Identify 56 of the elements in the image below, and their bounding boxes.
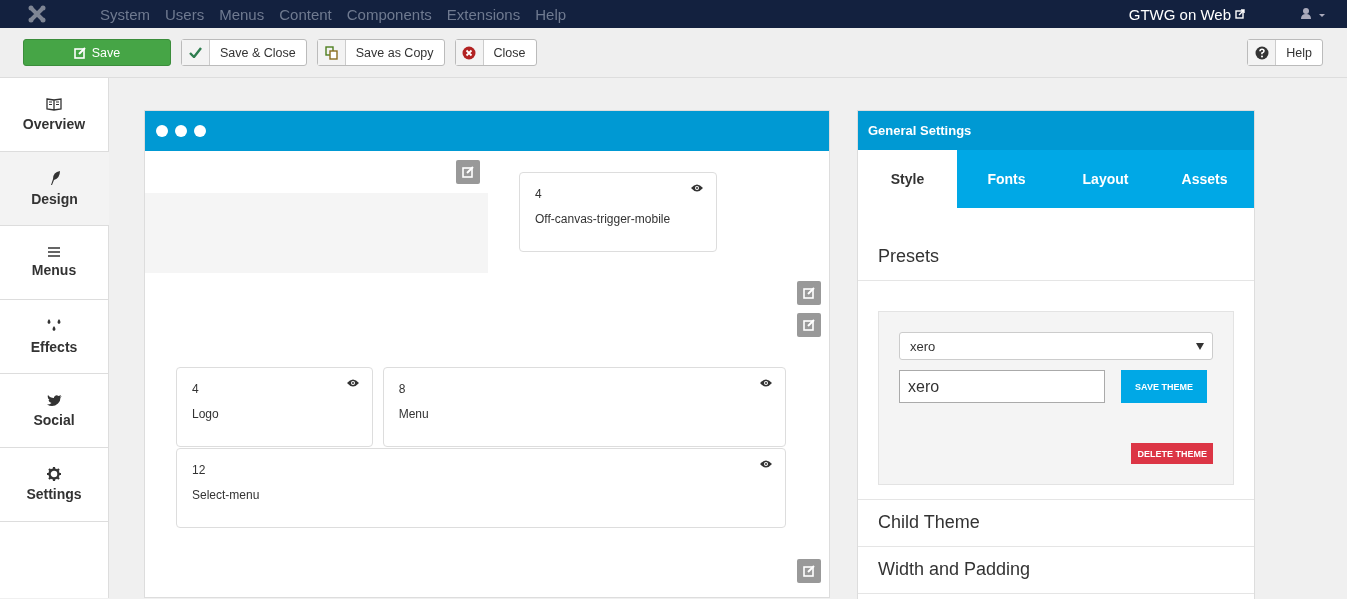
book-icon [46,97,62,111]
edit-button[interactable] [456,160,480,184]
close-icon [462,45,477,60]
edit-button[interactable] [797,313,821,337]
delete-theme-button[interactable]: DELETE THEME [1131,443,1213,464]
toolbar-button[interactable]: Save & Close [181,39,307,66]
drops-icon [46,318,62,334]
eye-icon[interactable] [760,379,772,387]
edit-icon [803,287,815,299]
logo-icon[interactable] [28,5,46,23]
nav-menu-item[interactable]: Users [158,5,213,23]
preset-select[interactable]: xero [899,332,1213,360]
edit-icon [73,46,86,59]
module-size: 8 [398,382,406,396]
toolbar-button[interactable]: Close [454,39,537,66]
feather-icon [48,170,61,186]
module-size: 4 [535,187,542,201]
menu-icon [48,247,60,257]
eye-icon[interactable] [760,460,772,468]
bird-icon [46,393,62,407]
nav-menu-item[interactable]: Content [272,5,340,23]
help-icon [1254,45,1269,60]
module-name: Select-menu [192,488,260,502]
caret-icon [1196,342,1204,350]
nav-menu-item[interactable]: Components [339,5,440,23]
eye-icon[interactable] [346,379,359,387]
site-link[interactable]: GTWG on Web [1128,5,1231,23]
edit-icon [803,565,815,577]
sidebar-item[interactable]: Design [0,152,109,226]
theme-name-field[interactable]: xero [899,370,1105,403]
section-heading: Child Theme [858,500,1254,547]
module-name: Menu [398,407,429,421]
check-icon [189,47,202,58]
external-link-icon [1235,9,1245,19]
user-menu-icon[interactable] [1301,8,1327,20]
edit-button[interactable] [797,281,821,305]
toolbar-button[interactable]: Save as Copy [316,39,445,66]
copy-icon [324,45,338,60]
gear-icon [47,467,61,481]
section-heading: Width and Padding [858,547,1254,594]
panel-title: General Settings [858,111,1254,150]
eye-icon[interactable] [691,184,703,192]
edit-icon [803,319,815,331]
section-heading: Presets [858,208,1254,281]
help-button[interactable]: Help [1247,39,1323,66]
nav-menu-item[interactable]: Menus [212,5,273,23]
module-name: Logo [192,407,219,421]
nav-menu-item[interactable]: System [93,5,158,23]
edit-icon [462,166,474,178]
module-size: 4 [192,382,199,396]
nav-menu-item[interactable]: Extensions [439,5,529,23]
window-dots-icon [156,125,208,137]
module-size: 12 [192,463,206,477]
nav-menu-item[interactable]: Help [528,5,575,23]
module-name: Off-canvas-trigger-mobile [535,212,671,226]
edit-button[interactable] [797,559,821,583]
